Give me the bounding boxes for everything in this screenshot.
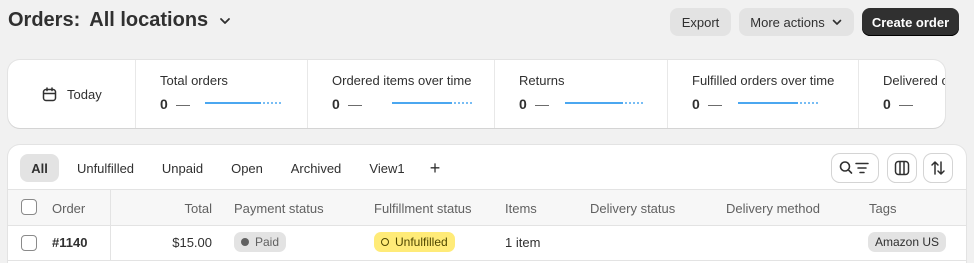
sort-icon xyxy=(931,161,945,175)
view-tabs: All Unfulfilled Unpaid Open Archived Vie… xyxy=(8,145,966,189)
metrics-bar: Today Total orders 0 — Ordered items ove… xyxy=(8,60,945,128)
metric-change: — xyxy=(708,96,722,112)
column-header-delivery-status[interactable]: Delivery status xyxy=(590,201,675,216)
chevron-down-icon xyxy=(832,19,842,25)
tag-badge: Amazon US xyxy=(868,232,947,252)
column-divider xyxy=(110,226,111,261)
search-filter-button[interactable] xyxy=(832,154,878,182)
more-actions-button[interactable]: More actions xyxy=(739,8,854,36)
column-header-items[interactable]: Items xyxy=(505,201,537,216)
metric-value: 0 xyxy=(692,96,700,112)
metric-label: Returns xyxy=(519,73,565,88)
tab-archived[interactable]: Archived xyxy=(281,154,351,182)
columns-icon xyxy=(894,160,910,176)
column-header-fulfillment-status[interactable]: Fulfillment status xyxy=(374,201,472,216)
metric-change: — xyxy=(899,96,913,112)
date-range-button[interactable]: Today xyxy=(8,60,136,128)
tab-open[interactable]: Open xyxy=(221,154,273,182)
page-header: Orders: All locations Export More action… xyxy=(0,0,974,44)
metric-value: 0 xyxy=(883,96,891,112)
metric-label: Delivered orders over time xyxy=(883,73,945,88)
order-number[interactable]: #1140 xyxy=(52,235,87,250)
more-actions-label: More actions xyxy=(750,14,825,30)
sparkline-chart xyxy=(205,102,283,104)
columns-button[interactable] xyxy=(888,154,916,182)
metric-ordered-items[interactable]: Ordered items over time 0 — xyxy=(308,60,495,128)
metric-value: 0 xyxy=(332,96,340,112)
sort-button[interactable] xyxy=(924,154,952,182)
metric-fulfilled-orders[interactable]: Fulfilled orders over time 0 — xyxy=(668,60,859,128)
fulfillment-status-badge: Unfulfilled xyxy=(374,232,455,252)
page-title-label: Orders: xyxy=(8,9,81,31)
metric-value: 0 xyxy=(160,96,168,112)
page-title[interactable]: Orders: All locations xyxy=(8,9,232,32)
table-row[interactable]: #1140 $15.00 Paid Unfulfilled 1 item Ama… xyxy=(8,226,966,261)
payment-status-label: Paid xyxy=(255,235,280,249)
select-all-checkbox[interactable] xyxy=(21,199,37,215)
column-header-payment-status[interactable]: Payment status xyxy=(234,201,324,216)
metric-label: Fulfilled orders over time xyxy=(692,73,835,88)
metric-total-orders[interactable]: Total orders 0 — xyxy=(136,60,308,128)
column-header-delivery-method[interactable]: Delivery method xyxy=(726,201,820,216)
metric-change: — xyxy=(176,96,190,112)
row-checkbox[interactable] xyxy=(21,235,37,251)
table-header: Order Total Payment status Fulfillment s… xyxy=(8,189,966,227)
order-total: $15.00 xyxy=(172,235,212,250)
column-header-order[interactable]: Order xyxy=(52,201,85,216)
metric-change: — xyxy=(348,96,362,112)
metric-value: 0 xyxy=(519,96,527,112)
add-view-button[interactable]: + xyxy=(421,154,449,182)
orders-table-card: All Unfulfilled Unpaid Open Archived Vie… xyxy=(8,145,966,263)
tab-unfulfilled[interactable]: Unfulfilled xyxy=(67,154,144,182)
sparkline-chart xyxy=(565,102,645,104)
calendar-icon xyxy=(42,86,57,101)
column-divider xyxy=(110,190,111,227)
fulfillment-status-label: Unfulfilled xyxy=(395,235,448,249)
status-ring-icon xyxy=(381,238,389,246)
chevron-down-icon[interactable] xyxy=(218,14,232,28)
column-header-tags[interactable]: Tags xyxy=(869,201,896,216)
column-header-total[interactable]: Total xyxy=(148,201,212,216)
tab-unpaid[interactable]: Unpaid xyxy=(153,154,212,182)
metric-returns[interactable]: Returns 0 — xyxy=(495,60,668,128)
date-range-label: Today xyxy=(67,86,102,102)
metric-delivered-orders[interactable]: Delivered orders over time 0 — xyxy=(859,60,945,128)
location-selector-label[interactable]: All locations xyxy=(89,9,208,32)
order-items: 1 item xyxy=(505,235,541,250)
metric-label: Ordered items over time xyxy=(332,73,472,88)
status-dot-icon xyxy=(241,238,249,246)
metric-label: Total orders xyxy=(160,73,228,88)
sparkline-chart xyxy=(392,102,474,104)
search-filter-icon xyxy=(839,161,869,174)
export-button[interactable]: Export xyxy=(670,8,731,36)
payment-status-badge: Paid xyxy=(234,232,287,252)
sparkline-chart xyxy=(738,102,820,104)
tab-view1[interactable]: View1 xyxy=(360,154,414,182)
create-order-button[interactable]: Create order xyxy=(862,8,959,36)
metric-change: — xyxy=(535,96,549,112)
tab-all[interactable]: All xyxy=(20,154,59,182)
